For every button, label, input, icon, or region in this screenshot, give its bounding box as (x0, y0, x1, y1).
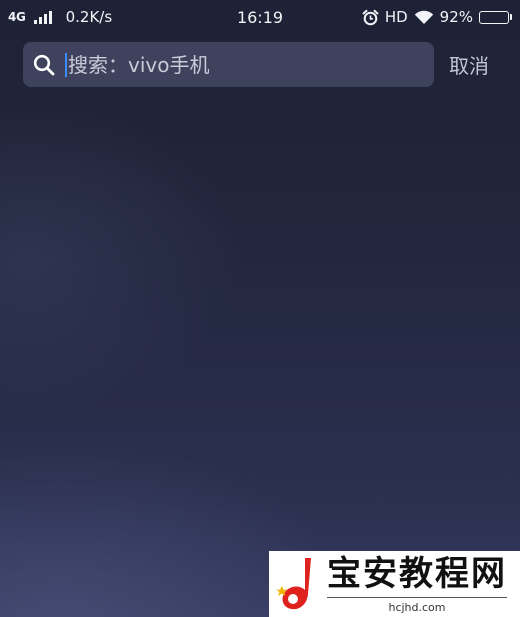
wifi-icon (414, 10, 433, 24)
battery-percent: 92% (439, 8, 473, 26)
watermark-text: 宝安教程网 hcjhd.com (327, 555, 507, 614)
watermark-divider (327, 596, 507, 598)
alarm-icon (362, 9, 379, 25)
watermark-url: hcjhd.com (388, 600, 446, 614)
battery-icon (479, 10, 512, 24)
status-bar: 4G 0.2K/s 16:19 HD 92% (0, 0, 520, 34)
watermark-logo-icon (276, 558, 311, 610)
text-cursor (65, 52, 67, 77)
search-icon (33, 54, 55, 75)
search-bar[interactable] (23, 42, 434, 87)
watermark: 宝安教程网 hcjhd.com (269, 551, 520, 617)
cancel-button[interactable]: 取消 (449, 50, 489, 79)
search-input[interactable] (68, 52, 408, 77)
watermark-title: 宝安教程网 (327, 553, 507, 594)
hd-indicator: HD (384, 8, 408, 26)
status-bar-right: HD 92% (362, 8, 512, 26)
